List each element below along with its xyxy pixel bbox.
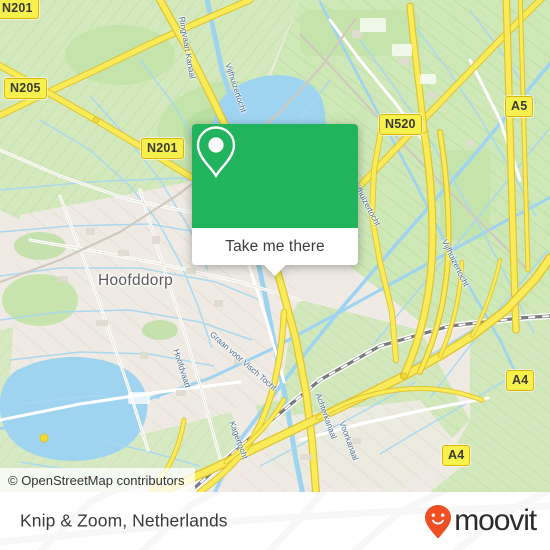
place-name-label: Knip & Zoom, Netherlands xyxy=(20,510,228,531)
road-shield-a4: A4 xyxy=(442,445,471,466)
map-screenshot: Hoofddorp Ringvaart Kanaal Vijfhuizertoc… xyxy=(0,0,550,550)
moovit-pin-smiley-icon xyxy=(424,504,452,538)
bottom-info-bar: Knip & Zoom, Netherlands moovit xyxy=(0,492,550,550)
location-popup-card[interactable]: Take me there xyxy=(192,124,358,276)
road-shield-n201: N201 xyxy=(141,138,184,159)
attribution-text: © OpenStreetMap contributors xyxy=(8,472,185,488)
moovit-logo[interactable]: moovit xyxy=(424,504,537,538)
popup-header xyxy=(192,124,358,228)
map-attribution[interactable]: © OpenStreetMap contributors xyxy=(0,468,195,492)
moovit-wordmark: moovit xyxy=(454,504,537,537)
road-shield-a5: A5 xyxy=(505,96,534,117)
map-canvas[interactable]: Hoofddorp Ringvaart Kanaal Vijfhuizertoc… xyxy=(0,0,550,492)
road-shield-a4: A4 xyxy=(506,370,535,391)
popup-action-label: Take me there xyxy=(225,237,325,255)
road-shield-n205: N205 xyxy=(4,78,47,99)
popup-pointer-tail xyxy=(264,265,286,276)
popup-action-button[interactable]: Take me there xyxy=(192,228,358,265)
road-shield-n201: N201 xyxy=(0,0,39,19)
road-shield-n520: N520 xyxy=(379,114,422,135)
